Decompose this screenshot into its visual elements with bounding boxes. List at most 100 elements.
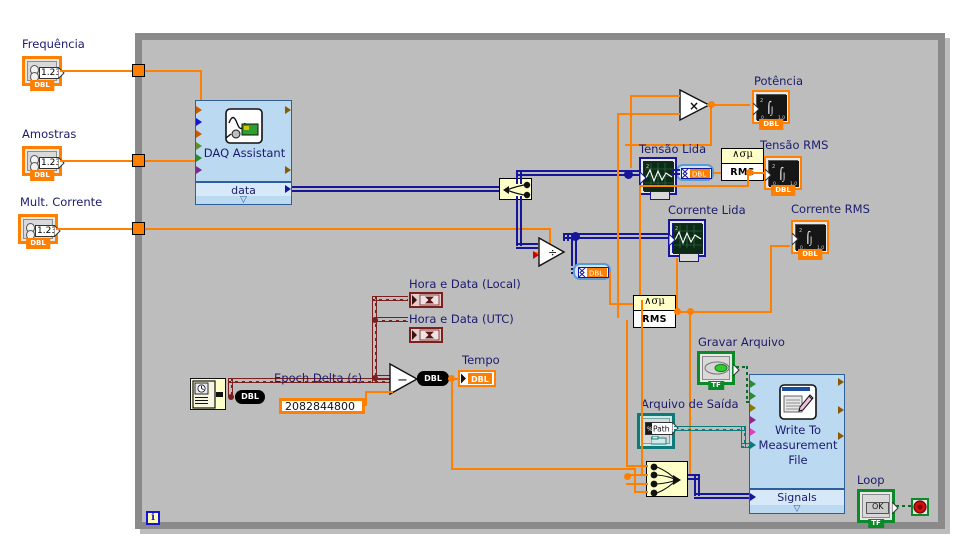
wire-merge-in4 <box>634 491 648 493</box>
svg-text:−: − <box>397 373 408 388</box>
wire-rms-corrente-down <box>689 311 691 476</box>
stop-conditional-terminal[interactable] <box>911 498 929 516</box>
daq-output-arrow-1 <box>285 106 291 114</box>
daq-assistant-expand[interactable]: ▽ <box>195 196 292 205</box>
indicator-tensao-lida[interactable]: 2 <box>639 157 677 200</box>
svg-text:2: 2 <box>772 164 775 170</box>
loop-tunnel-mult-corrente[interactable] <box>132 222 145 235</box>
daq-data-output-arrow <box>285 185 291 193</box>
junction-merge-bus <box>624 473 631 480</box>
wire-merge-in1 <box>626 465 648 467</box>
merge-signals-node[interactable] <box>646 461 688 497</box>
write-file-in-arrow-6 <box>750 441 756 449</box>
numeric-indicator-icon: 2 ⌠ ⌡ 0 . 1.0 <box>769 161 799 187</box>
folder-icon <box>651 436 667 445</box>
control-gravar-arquivo[interactable]: TF <box>697 351 740 390</box>
svg-text:÷: ÷ <box>548 246 557 259</box>
wire-frequencia-b <box>145 70 202 72</box>
corrente-rms-label: Corrente RMS <box>791 202 870 216</box>
daq-input-arrow-4 <box>196 142 202 150</box>
to-double-node: DBL <box>417 371 449 386</box>
get-date-time-node[interactable] <box>190 378 226 410</box>
potencia-datatype: DBL <box>759 119 783 130</box>
constant-epoch-delta[interactable]: 2082844800 <box>279 398 365 414</box>
loop-tunnel-frequencia[interactable] <box>132 64 145 77</box>
corrente-lida-label: Corrente Lida <box>668 203 746 217</box>
indicator-corrente-rms[interactable]: 2 ⌠ ⌡ 0 . 1.0 DBL <box>791 220 829 260</box>
wire-tensao-rms-left-v <box>639 185 641 300</box>
svg-text:DBL: DBL <box>692 171 706 179</box>
wire-split-top-h <box>516 170 630 176</box>
wire-tensao-to-conv <box>672 169 680 175</box>
indicator-hora-data-utc[interactable] <box>409 327 443 343</box>
daq-input-arrow-3 <box>196 130 202 138</box>
wire-corrente-rms-up <box>770 245 772 312</box>
loop-control-label: Loop <box>857 473 885 487</box>
wire-mult-in-bot-v <box>617 113 619 318</box>
hora-data-local-label: Hora e Data (Local) <box>409 277 521 291</box>
convert-to-dbl-tensao[interactable]: DBL <box>676 164 714 181</box>
terminal-arrow-icon <box>54 225 61 237</box>
control-mult-corrente[interactable]: 1.23 DBL <box>18 214 61 249</box>
write-file-in-arrow-3 <box>750 404 756 412</box>
divide-input-arrow <box>533 251 539 259</box>
wire-mult-feedback-v <box>710 104 712 146</box>
control-loop[interactable]: OK TF <box>857 489 899 528</box>
write-to-measurement-file-block[interactable]: Write To Measurement File <box>749 374 845 489</box>
wire-merge-in4-v <box>634 468 636 493</box>
wire-merge-in3 <box>626 483 648 485</box>
wire-amostras <box>60 160 142 162</box>
write-file-title-2: Measurement <box>758 438 838 452</box>
write-file-expand[interactable]: ▽ <box>749 505 845 514</box>
control-amostras[interactable]: 1.23 DBL <box>22 146 65 181</box>
gravar-arquivo-datatype: TF <box>708 381 724 390</box>
svg-text:⌡: ⌡ <box>770 106 774 116</box>
potencia-label: Potência <box>754 74 803 88</box>
rms-tensao-node[interactable]: ∧σμ RMS <box>721 148 764 181</box>
wire-gravar-v <box>746 366 748 402</box>
tensao-rms-label: Tensão RMS <box>760 138 829 152</box>
terminal-arrow-icon <box>892 502 899 514</box>
epoch-delta-value: 2082844800 <box>285 400 355 413</box>
write-file-in-arrow-4 <box>750 416 756 424</box>
wire-corrente-to-conv <box>571 236 577 266</box>
daq-input-arrow-2 <box>196 118 202 126</box>
wire-mult-corrente <box>56 228 142 230</box>
daq-input-arrow-5 <box>196 154 202 162</box>
wire-mult-in-top-v <box>630 95 632 168</box>
numeric-indicator-icon: 2 ⌠ ⌡ 0 . 1.0 <box>757 95 787 121</box>
write-file-in-arrow-5 <box>750 428 756 436</box>
svg-text:DBL: DBL <box>471 375 489 384</box>
amostras-label: Amostras <box>22 127 77 141</box>
get-date-time-dbl-cast: DBL <box>235 390 265 404</box>
indicator-hora-data-local[interactable] <box>409 292 443 308</box>
mult-corrente-datatype: DBL <box>26 238 50 249</box>
daq-assistant-block[interactable]: DAQ Assistant <box>195 100 292 182</box>
wire-daq-data <box>292 186 500 192</box>
wire-corrente-rms-right <box>770 245 790 247</box>
write-file-in-arrow-2 <box>750 392 756 400</box>
calendar-clock-icon <box>192 380 223 409</box>
wire-rms-corrente-up <box>676 258 678 312</box>
control-frequencia[interactable]: 1.23 DBL <box>22 56 65 91</box>
rms-corrente-node[interactable]: ∧σμ RMS <box>633 295 676 328</box>
svg-text:Path: Path <box>653 425 670 434</box>
indicator-corrente-lida[interactable]: 2 <box>668 219 706 262</box>
daq-assistant-title: DAQ Assistant <box>203 146 286 160</box>
indicator-potencia[interactable]: 2 ⌠ ⌡ 0 . 1.0 DBL <box>752 90 790 130</box>
mult-corrente-label: Mult. Corrente <box>20 195 103 209</box>
indicator-tempo[interactable]: DBL <box>458 370 496 387</box>
convert-to-dbl-corrente[interactable]: DBL <box>573 263 611 280</box>
indicator-tensao-rms[interactable]: 2 ⌠ ⌡ 0 . 1.0 DBL <box>764 156 802 196</box>
rms-tensao-top-glyph: ∧σμ <box>722 149 763 164</box>
svg-text:DBL: DBL <box>589 270 603 278</box>
terminal-arrow-icon <box>753 103 760 115</box>
tempo-dbl-icon: DBL <box>461 373 492 384</box>
svg-text:2: 2 <box>646 164 649 170</box>
loop-iteration-terminal[interactable]: i <box>146 511 160 525</box>
write-file-signals-arrow <box>750 493 756 501</box>
wire-tempo-to-merge <box>451 468 634 470</box>
terminal-arrow-icon <box>765 169 772 181</box>
timestamp-icon <box>412 329 440 341</box>
loop-tunnel-amostras[interactable] <box>132 154 145 167</box>
